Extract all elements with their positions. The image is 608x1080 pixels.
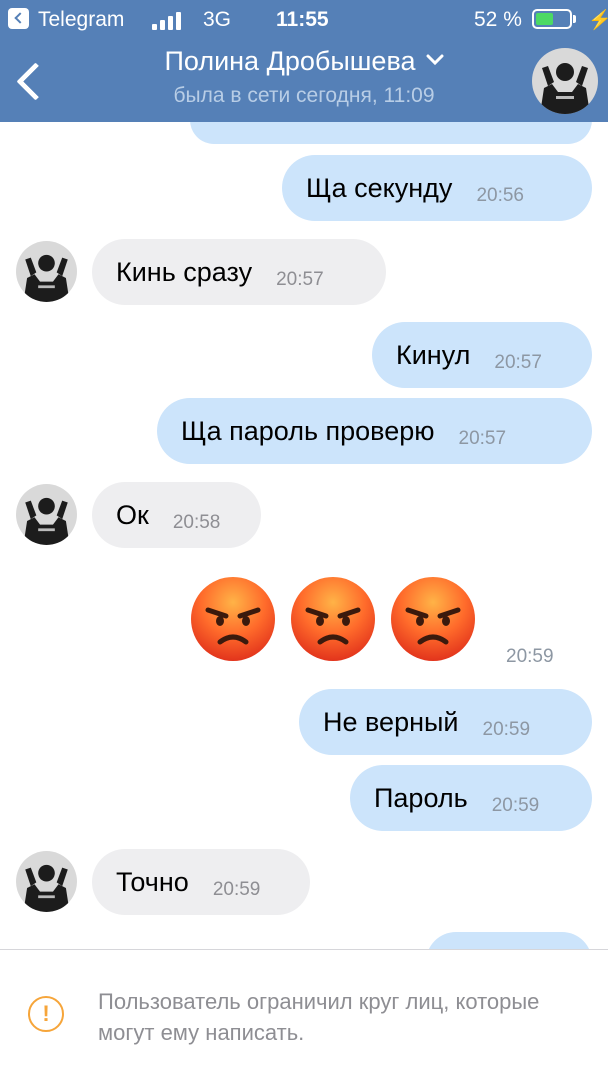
message-text: Ща секунду (306, 172, 453, 203)
status-time: 11:55 (276, 8, 329, 31)
angry-face-icon (291, 577, 375, 661)
message-bubble[interactable]: Ща пароль проверю 20:57 (157, 398, 592, 464)
restriction-notice-text: Пользователь ограничил круг лиц, которые… (98, 989, 540, 1045)
last-seen-status: была в сети сегодня, 11:09 (173, 84, 435, 107)
battery-percent: 52 % (474, 8, 522, 31)
message-text: Пароль (374, 782, 468, 813)
message-time: 20:57 (494, 352, 542, 373)
message-text: Не верный (323, 706, 459, 737)
sender-avatar[interactable] (16, 851, 77, 912)
message-time: 20:58 (172, 512, 221, 533)
message-time: 20:59 (506, 646, 554, 667)
message-text: Ща пароль проверю (181, 415, 435, 446)
battery-level (536, 13, 553, 25)
message-text: Ок (116, 499, 149, 530)
message-bubble[interactable]: Точно 20:59 (92, 849, 310, 915)
message-time: 20:59 (491, 795, 540, 816)
message-time: 20:59 (482, 719, 531, 740)
message-bubble[interactable]: Кинул 20:57 (372, 322, 592, 388)
message-bubble[interactable]: Ок 20:58 (92, 482, 261, 548)
message-time: 20:57 (276, 269, 324, 290)
network-type: 3G (203, 8, 232, 31)
status-back-app[interactable]: Telegram (38, 7, 124, 33)
contact-avatar[interactable] (532, 48, 598, 114)
charging-icon: ⚡ (588, 10, 608, 31)
message-bubble[interactable]: Кинь сразу 20:57 (92, 239, 386, 305)
battery-nub (573, 15, 576, 23)
sender-avatar[interactable] (16, 484, 77, 545)
angry-face-icon (391, 577, 475, 661)
message-text: Точно (116, 866, 189, 897)
warning-icon: ! (28, 996, 64, 1032)
battery-icon (532, 9, 572, 29)
message-bubble[interactable]: Пароль 20:59 (350, 765, 592, 831)
emoji-message[interactable] (190, 576, 480, 662)
message-text: Кинь сразу (116, 256, 253, 287)
status-bar: Telegram 3G 11:55 52 % ⚡ (0, 0, 608, 40)
message-time: 20:59 (212, 879, 261, 900)
chat-title-button[interactable]: Полина Дробышева (0, 44, 608, 78)
chevron-down-icon (426, 54, 443, 66)
signal-icon (152, 10, 186, 30)
back-to-app-icon[interactable] (8, 8, 29, 29)
restriction-notice-bar: ! Пользователь ограничил круг лиц, котор… (0, 949, 608, 1080)
chat-title: Полина Дробышева (164, 46, 416, 76)
message-time: 20:57 (458, 428, 507, 449)
message-time: 20:56 (476, 185, 524, 206)
angry-face-icon (191, 577, 275, 661)
message-text: Кинул (396, 339, 471, 370)
message-bubble[interactable]: Не верный 20:59 (299, 689, 592, 755)
chat-header: Telegram 3G 11:55 52 % ⚡ Полина Дробышев… (0, 0, 608, 122)
sender-avatar[interactable] (16, 241, 77, 302)
message-bubble[interactable]: Ща секунду 20:56 (282, 155, 592, 221)
